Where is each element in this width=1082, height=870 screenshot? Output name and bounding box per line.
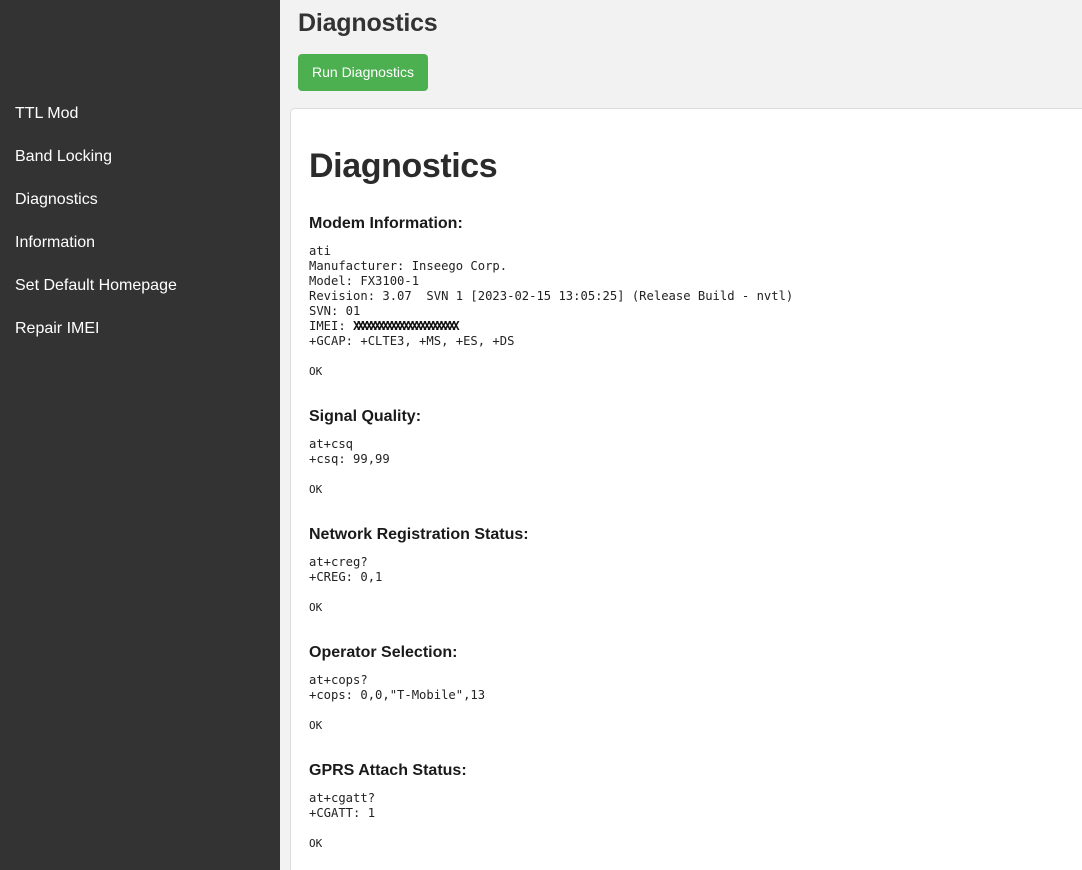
section-heading-operator-selection: Operator Selection: <box>309 643 1077 663</box>
output-line: at+creg? <box>309 555 368 569</box>
sidebar-item-repair-imei[interactable]: Repair IMEI <box>0 319 280 339</box>
output-line: +CGATT: 1 <box>309 806 375 820</box>
status-signal-quality: OK <box>309 483 1077 497</box>
sidebar-list-item: Set Default Homepage <box>0 276 280 296</box>
section-heading-network-registration-status: Network Registration Status: <box>309 525 1077 545</box>
output-line: at+cops? <box>309 673 368 687</box>
section-heading-modem-information: Modem Information: <box>309 214 1077 234</box>
section-heading-gprs-attach-status: GPRS Attach Status: <box>309 761 1077 781</box>
sidebar-item-set-default-homepage[interactable]: Set Default Homepage <box>0 276 280 296</box>
output-line: +CREG: 0,1 <box>309 570 382 584</box>
output-line: +GCAP: +CLTE3, +MS, +ES, +DS <box>309 334 514 348</box>
status-network-registration-status: OK <box>309 601 1077 615</box>
diagnostics-page: TTL Mod Band Locking Diagnostics Informa… <box>0 0 1082 870</box>
sidebar-list-item: Band Locking <box>0 147 280 167</box>
sidebar-list-item: Information <box>0 233 280 253</box>
sidebar-navigation: TTL Mod Band Locking Diagnostics Informa… <box>0 0 280 870</box>
sidebar-item-ttl-mod[interactable]: TTL Mod <box>0 104 280 124</box>
sidebar-item-information[interactable]: Information <box>0 233 280 253</box>
output-line: Model: FX3100-1 <box>309 274 419 288</box>
output-line: at+cgatt? <box>309 791 375 805</box>
diagnostics-results-card: Diagnostics Modem Information: ati Manuf… <box>290 108 1082 870</box>
page-title: Diagnostics <box>298 8 1082 38</box>
sidebar-nav-list: TTL Mod Band Locking Diagnostics Informa… <box>0 104 280 339</box>
output-line: +csq: 99,99 <box>309 452 390 466</box>
sidebar-list-item: TTL Mod <box>0 104 280 124</box>
output-line: +cops: 0,0,"T-Mobile",13 <box>309 688 485 702</box>
output-line: ati <box>309 244 331 258</box>
status-modem-information: OK <box>309 365 1077 379</box>
section-heading-signal-quality: Signal Quality: <box>309 407 1077 427</box>
page-header: Diagnostics Run Diagnostics <box>280 0 1082 108</box>
run-diagnostics-button[interactable]: Run Diagnostics <box>298 54 428 91</box>
output-line: Revision: 3.07 SVN 1 [2023-02-15 13:05:2… <box>309 289 793 303</box>
sidebar-list-item: Diagnostics <box>0 190 280 210</box>
output-gprs-attach-status: at+cgatt? +CGATT: 1 <box>309 791 1077 821</box>
status-operator-selection: OK <box>309 719 1077 733</box>
imei-redacted-value: XXXXXXXXXXXXXXXXXXXXXXXXX <box>353 319 456 333</box>
results-title: Diagnostics <box>309 146 1077 186</box>
output-modem-information: ati Manufacturer: Inseego Corp. Model: F… <box>309 244 1077 349</box>
output-line: Manufacturer: Inseego Corp. <box>309 259 507 273</box>
output-network-registration-status: at+creg? +CREG: 0,1 <box>309 555 1077 585</box>
main-content: Diagnostics Run Diagnostics Diagnostics … <box>280 0 1082 870</box>
sidebar-item-diagnostics[interactable]: Diagnostics <box>0 190 280 210</box>
status-gprs-attach-status: OK <box>309 837 1077 851</box>
sidebar-item-band-locking[interactable]: Band Locking <box>0 147 280 167</box>
header-actions: Run Diagnostics <box>298 54 1082 91</box>
sidebar-list-item: Repair IMEI <box>0 319 280 339</box>
output-line: SVN: 01 <box>309 304 360 318</box>
output-line: at+csq <box>309 437 353 451</box>
output-signal-quality: at+csq +csq: 99,99 <box>309 437 1077 467</box>
output-operator-selection: at+cops? +cops: 0,0,"T-Mobile",13 <box>309 673 1077 703</box>
